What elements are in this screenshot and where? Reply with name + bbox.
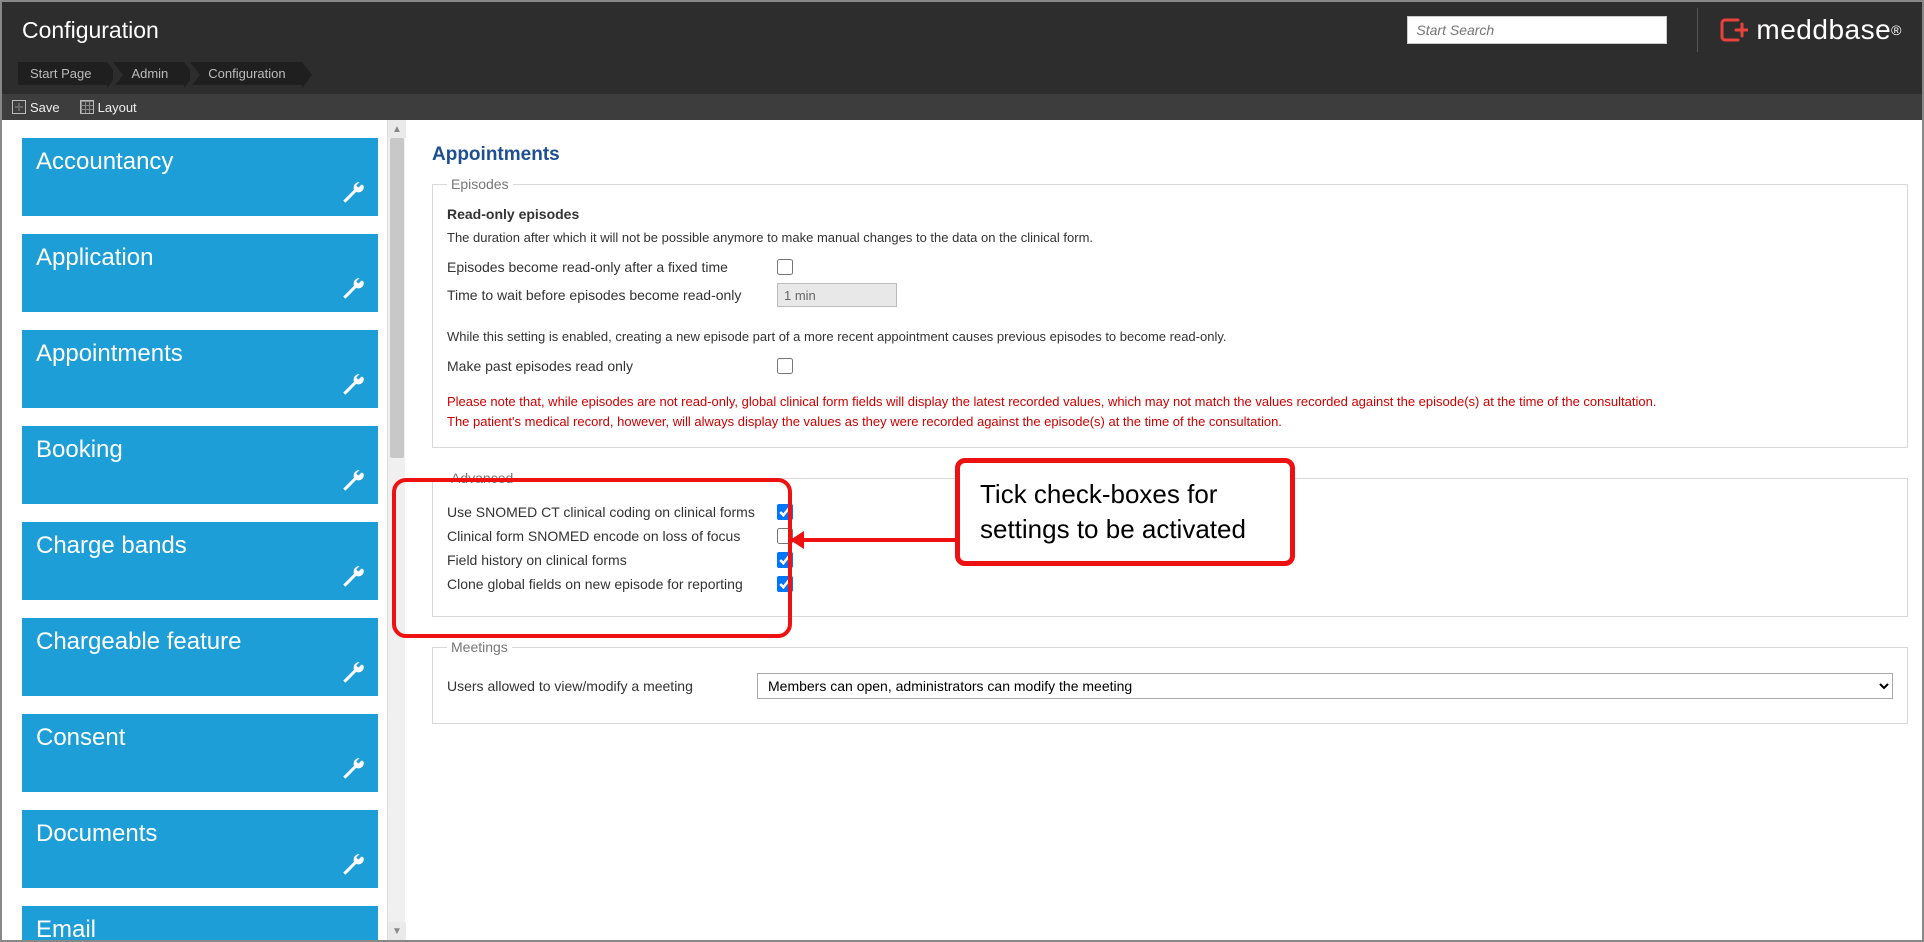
adv-row-3-label: Clone global fields on new episode for r… [447,576,777,592]
page-title: Configuration [22,17,159,44]
sidebar-item-consent[interactable]: Consent [22,714,378,792]
sidebar-item-chargeable-feature[interactable]: Chargeable feature [22,618,378,696]
layout-button[interactable]: Layout [80,100,137,115]
brand-text: meddbase [1756,14,1891,46]
meetings-select[interactable]: Members can open, administrators can mod… [757,673,1893,699]
save-label: Save [30,100,60,115]
episodes-subheading: Read-only episodes [447,206,1893,222]
meetings-label: Users allowed to view/modify a meeting [447,678,757,694]
sidebar-item-accountancy[interactable]: Accountancy [22,138,378,216]
adv-row-3-checkbox[interactable] [777,576,793,592]
advanced-legend: Advanced [447,470,517,486]
adv-row-0-checkbox[interactable] [777,504,793,520]
episodes-warning-line1: Please note that, while episodes are not… [447,392,1893,412]
sidebar-item-label: Documents [36,820,364,848]
wrench-icon [340,756,366,782]
logo-icon [1718,15,1748,45]
episodes-warning-line2: The patient's medical record, however, w… [447,412,1893,432]
meetings-group: Meetings Users allowed to view/modify a … [432,639,1908,724]
sidebar-item-label: Email [36,916,364,940]
sidebar-item-application[interactable]: Application [22,234,378,312]
episodes-note1: The duration after which it will not be … [447,230,1893,245]
advanced-group: Advanced Use SNOMED CT clinical coding o… [432,470,1908,617]
adv-row-0-label: Use SNOMED CT clinical coding on clinica… [447,504,777,520]
section-title: Appointments [432,144,1908,166]
sidebar-item-booking[interactable]: Booking [22,426,378,504]
episodes-warning: Please note that, while episodes are not… [447,392,1893,431]
wrench-icon [340,660,366,686]
episodes-note2: While this setting is enabled, creating … [447,329,1893,344]
sidebar: Accountancy Application Appointments Boo… [2,120,392,940]
wrench-icon [340,852,366,878]
wrench-icon [340,372,366,398]
fixed-time-label: Episodes become read-only after a fixed … [447,259,777,275]
save-button[interactable]: Save [12,100,60,115]
past-readonly-checkbox[interactable] [777,358,793,374]
sidebar-item-label: Appointments [36,340,364,368]
fixed-time-checkbox[interactable] [777,259,793,275]
crumb-start-page[interactable]: Start Page [18,62,107,85]
breadcrumb: Start Page Admin Configuration [18,62,1906,85]
adv-row-2-label: Field history on clinical forms [447,552,777,568]
episodes-group: Episodes Read-only episodes The duration… [432,176,1908,448]
sidebar-item-label: Consent [36,724,364,752]
crumb-admin[interactable]: Admin [113,62,184,85]
wrench-icon [340,468,366,494]
layout-icon [80,100,94,114]
search-input[interactable] [1407,16,1667,44]
past-readonly-label: Make past episodes read only [447,358,777,374]
top-bar: Configuration meddbase® Start Page Admin… [2,2,1922,94]
adv-row-1-checkbox[interactable] [777,528,793,544]
sidebar-item-email[interactable]: Email [22,906,378,940]
wait-time-input [777,283,897,307]
sidebar-item-label: Chargeable feature [36,628,364,656]
sidebar-item-documents[interactable]: Documents [22,810,378,888]
adv-row-1-label: Clinical form SNOMED encode on loss of f… [447,528,777,544]
sidebar-item-label: Accountancy [36,148,364,176]
meetings-legend: Meetings [447,639,512,655]
sidebar-item-label: Booking [36,436,364,464]
episodes-legend: Episodes [447,176,513,192]
brand-logo: meddbase® [1718,14,1902,46]
wrench-icon [340,564,366,590]
sidebar-item-label: Charge bands [36,532,364,560]
main-content: Appointments Episodes Read-only episodes… [392,120,1922,940]
wrench-icon [340,276,366,302]
wait-time-label: Time to wait before episodes become read… [447,287,777,303]
sidebar-item-charge-bands[interactable]: Charge bands [22,522,378,600]
sidebar-item-label: Application [36,244,364,272]
divider [1697,8,1698,52]
action-bar: Save Layout [2,94,1922,120]
save-icon [12,100,26,114]
sidebar-item-appointments[interactable]: Appointments [22,330,378,408]
adv-row-2-checkbox[interactable] [777,552,793,568]
layout-label: Layout [98,100,137,115]
wrench-icon [340,180,366,206]
crumb-configuration[interactable]: Configuration [190,62,301,85]
